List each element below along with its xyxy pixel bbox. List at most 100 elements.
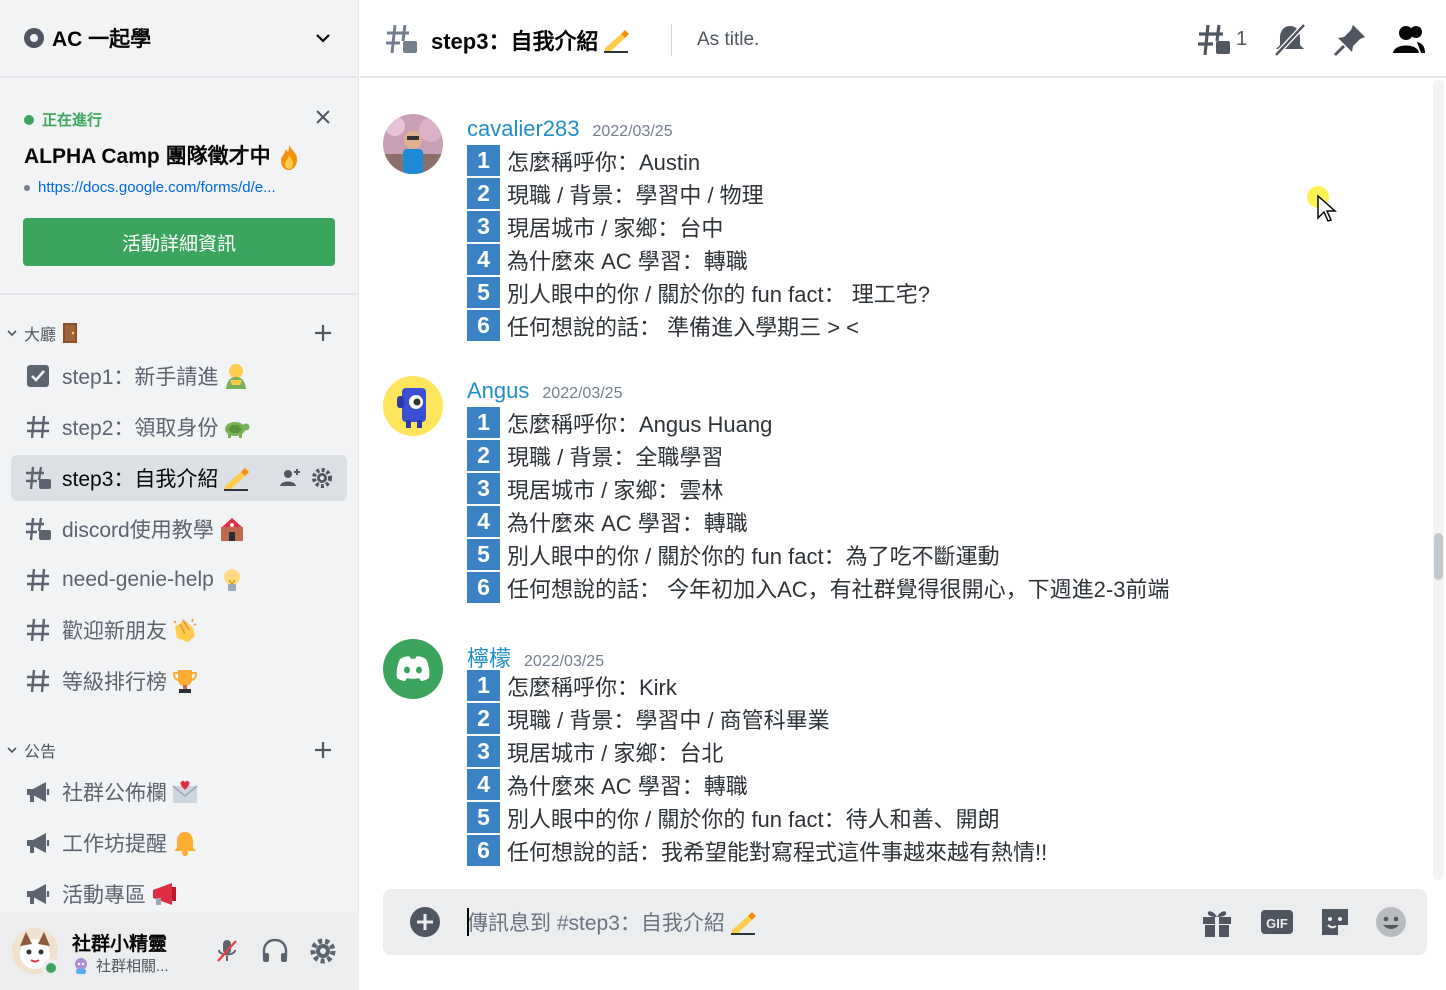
threads-icon [26,466,51,490]
message-line: 5 別人眼中的你 / 關於你的 fun fact：為了吃不斷運動 [467,538,1000,571]
message-line: 2 現職 / 背景：全職學習 [467,439,723,472]
number-badge: 5 [467,277,500,308]
number-badge: 6 [467,572,500,603]
chevron-down-icon[interactable] [313,28,333,48]
message-line: 2 現職 / 背景：學習中 / 商管科畢業 [467,702,830,735]
person-bowing-icon [226,364,247,389]
channel-need-genie-help[interactable]: need-genie-help [11,557,347,603]
message-line: 4 為什麼來 AC 學習：轉職 [467,768,748,801]
clapping-hands-icon [173,618,197,642]
gift-icon[interactable] [1199,904,1235,940]
threads-icon[interactable] [1196,22,1232,58]
message-author[interactable]: Angus [467,378,529,404]
number-badge: 4 [467,769,500,800]
channel-step1[interactable]: step1：新手請進 [11,353,347,399]
announcement-icon [27,833,50,853]
event-title: ALPHA Camp 團隊徵才中 [24,140,303,171]
message-list: cavalier283 2022/03/25 1 怎麼稱呼你：Austin 2 現職… [360,80,1432,880]
online-status-icon [42,959,60,977]
category-lobby[interactable]: 大廳 [6,320,346,346]
add-attachment-icon[interactable] [409,906,441,938]
emoji-picker-icon[interactable] [1373,904,1409,940]
message-line: 3 現居城市 / 家鄉：雲林 [467,472,723,505]
mute-icon[interactable] [212,936,242,966]
event-card: 正在進行 ALPHA Camp 團隊徵才中 https://docs.googl… [0,95,359,295]
message-line: 6 任何想說的話：我希望能對寫程式這件事越來越有熱情!! [467,834,1047,867]
server-header[interactable]: AC 一起學 [0,0,359,78]
category-announcements[interactable]: 公告 [6,737,346,763]
school-icon [220,518,243,541]
message-line: 1 怎麼稱呼你：Angus Huang [467,406,772,439]
channel-step3[interactable]: step3：自我介紹 [11,455,347,501]
avatar[interactable] [383,114,443,174]
number-badge: 2 [467,178,500,209]
number-badge: 5 [467,802,500,833]
number-badge: 3 [467,736,500,767]
add-channel-icon[interactable] [312,322,334,344]
server-settings-icon [24,28,44,48]
hash-icon [27,415,49,439]
pin-icon[interactable] [1332,22,1368,58]
number-badge: 1 [467,670,500,701]
channel-events[interactable]: 活動專區 [11,871,347,917]
add-channel-icon[interactable] [312,739,334,761]
link-icon [24,184,30,191]
channel-step2[interactable]: step2：領取身份 [11,404,347,450]
member-list-icon[interactable] [1391,22,1427,58]
invite-icon[interactable] [279,467,301,489]
message-line: 5 別人眼中的你 / 關於你的 fun fact： 理工宅? [467,276,930,309]
chevron-down-icon [7,747,17,754]
mouse-cursor-icon [1317,194,1337,222]
message-line: 6 任何想說的話： 今年初加入AC，有社群覺得很開心，下週進2-3前端 [467,571,1169,604]
close-icon[interactable] [313,107,333,127]
number-badge: 5 [467,539,500,570]
notification-muted-icon[interactable] [1272,22,1308,58]
gif-icon[interactable]: GIF [1259,904,1295,940]
channel-topic: As title. [697,29,760,50]
gear-icon[interactable] [311,467,333,489]
number-badge: 3 [467,211,500,242]
user-status: 社群相關... [72,955,169,976]
user-panel: 社群小精靈 社群相關... [0,912,359,990]
number-badge: 2 [467,440,500,471]
threads-icon [26,517,51,541]
channel-workshop-reminder[interactable]: 工作坊提醒 [11,820,347,866]
channel-discord-tutorial[interactable]: discord使用教學 [11,506,347,552]
megaphone-icon [153,883,176,905]
header-divider [671,24,672,56]
headphones-icon[interactable] [260,936,290,966]
message-line: 3 現居城市 / 家鄉：台中 [467,210,723,243]
message-header: cavalier283 2022/03/25 [467,116,673,142]
channel-title: step3：自我介紹 [431,24,630,56]
text-caret [467,908,469,936]
message-line: 1 怎麼稱呼你：Austin [467,144,700,177]
avatar[interactable] [383,376,443,436]
user-settings-gear-icon[interactable] [308,936,338,966]
message-line: 6 任何想說的話： 準備進入學期三 > < [467,309,859,342]
avatar[interactable] [383,639,443,699]
writing-hand-icon [730,912,756,935]
event-details-button[interactable]: 活動詳細資訊 [23,218,335,266]
server-name: AC 一起學 [52,28,152,51]
channel-header: step3：自我介紹 As title. 1 [360,0,1446,78]
turtle-icon [225,422,250,438]
message-line: 4 為什麼來 AC 學習：轉職 [467,505,748,538]
channel-community-board[interactable]: 社群公佈欄 [11,769,347,815]
message-line: 1 怎麼稱呼你：Kirk [467,669,677,702]
message-line: 4 為什麼來 AC 學習：轉職 [467,243,748,276]
announcement-icon [27,884,50,904]
number-badge: 1 [467,407,500,438]
sticker-icon[interactable] [1317,904,1353,940]
channel-leaderboard[interactable]: 等級排行榜 [11,658,347,704]
message-author[interactable]: cavalier283 [467,116,580,142]
channel-welcome[interactable]: 歡迎新朋友 [11,607,347,653]
thread-count: 1 [1236,28,1248,50]
message-input[interactable]: 傳訊息到 #step3：自我介紹 [467,907,757,937]
scrollbar-track[interactable] [1433,80,1444,880]
message-line: 5 別人眼中的你 / 關於你的 fun fact：待人和善、開朗 [467,801,1000,834]
number-badge: 6 [467,835,500,866]
scrollbar-thumb[interactable] [1434,533,1443,580]
status-emoji-icon [75,957,87,974]
number-badge: 1 [467,145,500,176]
event-link[interactable]: https://docs.google.com/forms/d/e... [24,179,276,196]
